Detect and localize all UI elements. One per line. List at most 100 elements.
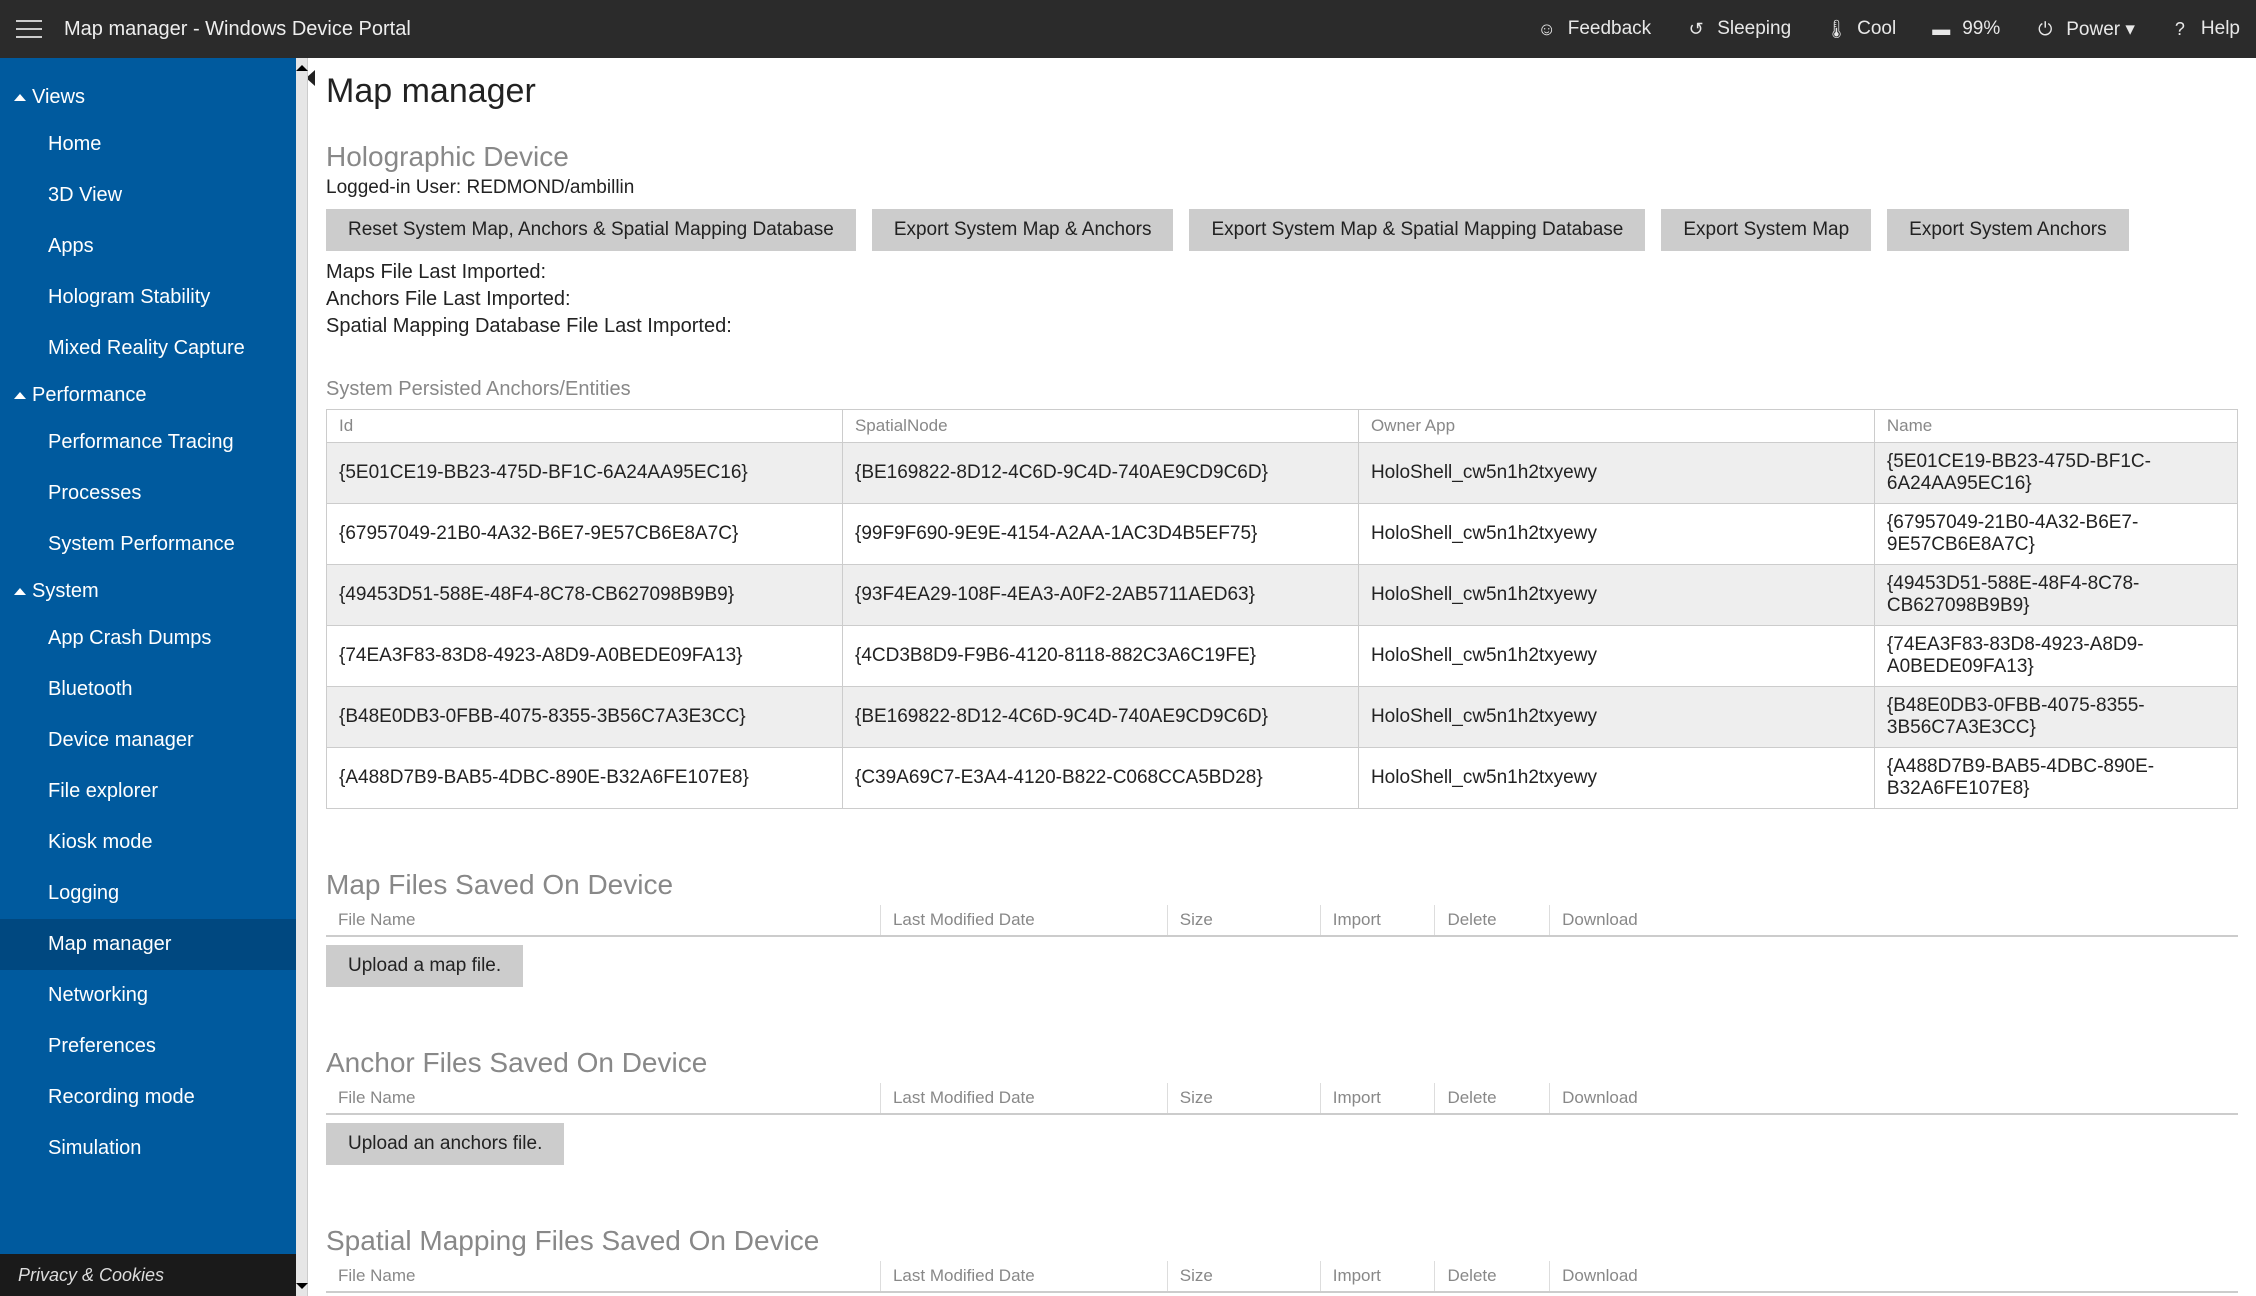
col-filename: File Name bbox=[326, 905, 880, 936]
anchor-files-heading: Anchor Files Saved On Device bbox=[326, 1047, 2238, 1079]
sidebar-item-kiosk-mode[interactable]: Kiosk mode bbox=[0, 817, 296, 868]
battery-icon: ▬ bbox=[1930, 19, 1952, 40]
table-row[interactable]: {74EA3F83-83D8-4923-A8D9-A0BEDE09FA13}{4… bbox=[327, 626, 2238, 687]
cell-spatial: {4CD3B8D9-F9B6-4120-8118-882C3A6C19FE} bbox=[842, 626, 1358, 687]
sidebar-item-processes[interactable]: Processes bbox=[0, 468, 296, 519]
thermometer-icon: 🌡 bbox=[1825, 19, 1847, 40]
topbar: Map manager - Windows Device Portal ☺Fee… bbox=[0, 0, 2256, 58]
sidebar-item-file-explorer[interactable]: File explorer bbox=[0, 766, 296, 817]
caret-icon bbox=[14, 588, 26, 595]
sidebar-section-views[interactable]: Views bbox=[0, 76, 296, 119]
power-label: Power ▾ bbox=[2066, 18, 2135, 41]
cell-name: {74EA3F83-83D8-4923-A8D9-A0BEDE09FA13} bbox=[1874, 626, 2237, 687]
feedback-link[interactable]: ☺ Feedback bbox=[1536, 18, 1651, 40]
table-row[interactable]: {49453D51-588E-48F4-8C78-CB627098B9B9}{9… bbox=[327, 565, 2238, 626]
col-id: Id bbox=[327, 410, 843, 443]
cell-name: {B48E0DB3-0FBB-4075-8355-3B56C7A3E3CC} bbox=[1874, 687, 2237, 748]
sidebar-scrollbar[interactable] bbox=[296, 58, 308, 1296]
cell-id: {B48E0DB3-0FBB-4075-8355-3B56C7A3E3CC} bbox=[327, 687, 843, 748]
sidebar-item-performance-tracing[interactable]: Performance Tracing bbox=[0, 417, 296, 468]
col-download: Download bbox=[1550, 905, 2238, 936]
cell-id: {A488D7B9-BAB5-4DBC-890E-B32A6FE107E8} bbox=[327, 748, 843, 809]
sidebar-item-recording-mode[interactable]: Recording mode bbox=[0, 1072, 296, 1123]
caret-icon bbox=[14, 392, 26, 399]
sidebar-item-mixed-reality-capture[interactable]: Mixed Reality Capture bbox=[0, 323, 296, 374]
col-delete: Delete bbox=[1435, 1083, 1550, 1114]
sidebar-item-networking[interactable]: Networking bbox=[0, 970, 296, 1021]
smile-icon: ☺ bbox=[1536, 19, 1558, 40]
sidebar-item-map-manager[interactable]: Map manager bbox=[0, 919, 296, 970]
device-heading: Holographic Device bbox=[326, 141, 2238, 173]
table-row[interactable]: {67957049-21B0-4A32-B6E7-9E57CB6E8A7C}{9… bbox=[327, 504, 2238, 565]
col-import: Import bbox=[1320, 905, 1435, 936]
feedback-label: Feedback bbox=[1568, 18, 1651, 40]
cell-owner: HoloShell_cw5n1h2txyewy bbox=[1358, 748, 1874, 809]
anchor-files-table: File Name Last Modified Date Size Import… bbox=[326, 1083, 2238, 1115]
table-row[interactable]: {B48E0DB3-0FBB-4075-8355-3B56C7A3E3CC} {B… bbox=[327, 687, 2238, 748]
cell-name: {5E01CE19-BB23-475D-BF1C-6A24AA95EC16} bbox=[1874, 443, 2237, 504]
power-menu[interactable]: ⏻ Power ▾ bbox=[2034, 18, 2135, 41]
thermal-status[interactable]: 🌡 Cool bbox=[1825, 18, 1896, 40]
map-files-table: File Name Last Modified Date Size Import… bbox=[326, 905, 2238, 937]
main-content: Map manager Holographic Device Logged-in… bbox=[308, 58, 2256, 1296]
export-map-button[interactable]: Export System Map bbox=[1661, 209, 1871, 251]
export-map-spatial-button[interactable]: Export System Map & Spatial Mapping Data… bbox=[1189, 209, 1645, 251]
sidebar-item-home[interactable]: Home bbox=[0, 119, 296, 170]
export-map-anchors-button[interactable]: Export System Map & Anchors bbox=[872, 209, 1174, 251]
cell-id: {5E01CE19-BB23-475D-BF1C-6A24AA95EC16} bbox=[327, 443, 843, 504]
cell-spatial: {93F4EA29-108F-4EA3-A0F2-2AB5711AED63} bbox=[842, 565, 1358, 626]
cell-id: {74EA3F83-83D8-4923-A8D9-A0BEDE09FA13} bbox=[327, 626, 843, 687]
scroll-up-icon[interactable] bbox=[296, 65, 308, 71]
col-size: Size bbox=[1167, 1083, 1320, 1114]
logged-in-user: Logged-in User: REDMOND/ambillin bbox=[326, 177, 2238, 199]
caret-icon bbox=[14, 94, 26, 101]
hamburger-icon[interactable] bbox=[16, 20, 42, 38]
sidebar: ViewsHome3D ViewAppsHologram StabilityMi… bbox=[0, 58, 296, 1296]
sidebar-item-logging[interactable]: Logging bbox=[0, 868, 296, 919]
spatial-last-imported: Spatial Mapping Database File Last Impor… bbox=[326, 315, 2238, 338]
power-icon: ⏻ bbox=[2034, 19, 2056, 40]
privacy-cookies-link[interactable]: Privacy & Cookies bbox=[0, 1254, 296, 1296]
collapse-sidebar-icon[interactable] bbox=[308, 70, 315, 86]
sidebar-item-bluetooth[interactable]: Bluetooth bbox=[0, 664, 296, 715]
cell-owner: HoloShell_cw5n1h2txyewy bbox=[1358, 687, 1874, 748]
cell-spatial: {99F9F690-9E9E-4154-A2AA-1AC3D4B5EF75} bbox=[842, 504, 1358, 565]
upload-anchors-button[interactable]: Upload an anchors file. bbox=[326, 1123, 564, 1165]
col-download: Download bbox=[1550, 1083, 2238, 1114]
battery-status[interactable]: ▬99% bbox=[1930, 18, 2000, 40]
thermal-label: Cool bbox=[1857, 18, 1896, 40]
col-filename: File Name bbox=[326, 1083, 880, 1114]
reset-button[interactable]: Reset System Map, Anchors & Spatial Mapp… bbox=[326, 209, 856, 251]
cell-owner: HoloShell_cw5n1h2txyewy bbox=[1358, 504, 1874, 565]
sleep-status[interactable]: ↺Sleeping bbox=[1685, 18, 1791, 40]
sidebar-item-preferences[interactable]: Preferences bbox=[0, 1021, 296, 1072]
sidebar-item-app-crash-dumps[interactable]: App Crash Dumps bbox=[0, 613, 296, 664]
col-modified: Last Modified Date bbox=[880, 1261, 1167, 1292]
col-owner: Owner App bbox=[1358, 410, 1874, 443]
col-delete: Delete bbox=[1435, 1261, 1550, 1292]
sidebar-item-hologram-stability[interactable]: Hologram Stability bbox=[0, 272, 296, 323]
upload-map-button[interactable]: Upload a map file. bbox=[326, 945, 523, 987]
map-files-heading: Map Files Saved On Device bbox=[326, 869, 2238, 901]
help-link[interactable]: ?Help bbox=[2169, 18, 2240, 40]
sidebar-item-apps[interactable]: Apps bbox=[0, 221, 296, 272]
table-row[interactable]: {5E01CE19-BB23-475D-BF1C-6A24AA95EC16}{B… bbox=[327, 443, 2238, 504]
col-import: Import bbox=[1320, 1261, 1435, 1292]
sidebar-item-3d-view[interactable]: 3D View bbox=[0, 170, 296, 221]
sleep-label: Sleeping bbox=[1717, 18, 1791, 40]
sidebar-item-device-manager[interactable]: Device manager bbox=[0, 715, 296, 766]
sidebar-item-system-performance[interactable]: System Performance bbox=[0, 519, 296, 570]
sidebar-section-performance[interactable]: Performance bbox=[0, 374, 296, 417]
cell-name: {49453D51-588E-48F4-8C78-CB627098B9B9} bbox=[1874, 565, 2237, 626]
sidebar-section-system[interactable]: System bbox=[0, 570, 296, 613]
col-size: Size bbox=[1167, 1261, 1320, 1292]
anchors-table: Id SpatialNode Owner App Name {5E01CE19-… bbox=[326, 409, 2238, 809]
sidebar-item-simulation[interactable]: Simulation bbox=[0, 1123, 296, 1174]
cell-spatial: {C39A69C7-E3A4-4120-B822-C068CCA5BD28} bbox=[842, 748, 1358, 809]
export-anchors-button[interactable]: Export System Anchors bbox=[1887, 209, 2128, 251]
spatial-files-table: File Name Last Modified Date Size Import… bbox=[326, 1261, 2238, 1293]
table-row[interactable]: {A488D7B9-BAB5-4DBC-890E-B32A6FE107E8}{C… bbox=[327, 748, 2238, 809]
cell-id: {49453D51-588E-48F4-8C78-CB627098B9B9} bbox=[327, 565, 843, 626]
scroll-down-icon[interactable] bbox=[296, 1283, 308, 1289]
col-modified: Last Modified Date bbox=[880, 1083, 1167, 1114]
